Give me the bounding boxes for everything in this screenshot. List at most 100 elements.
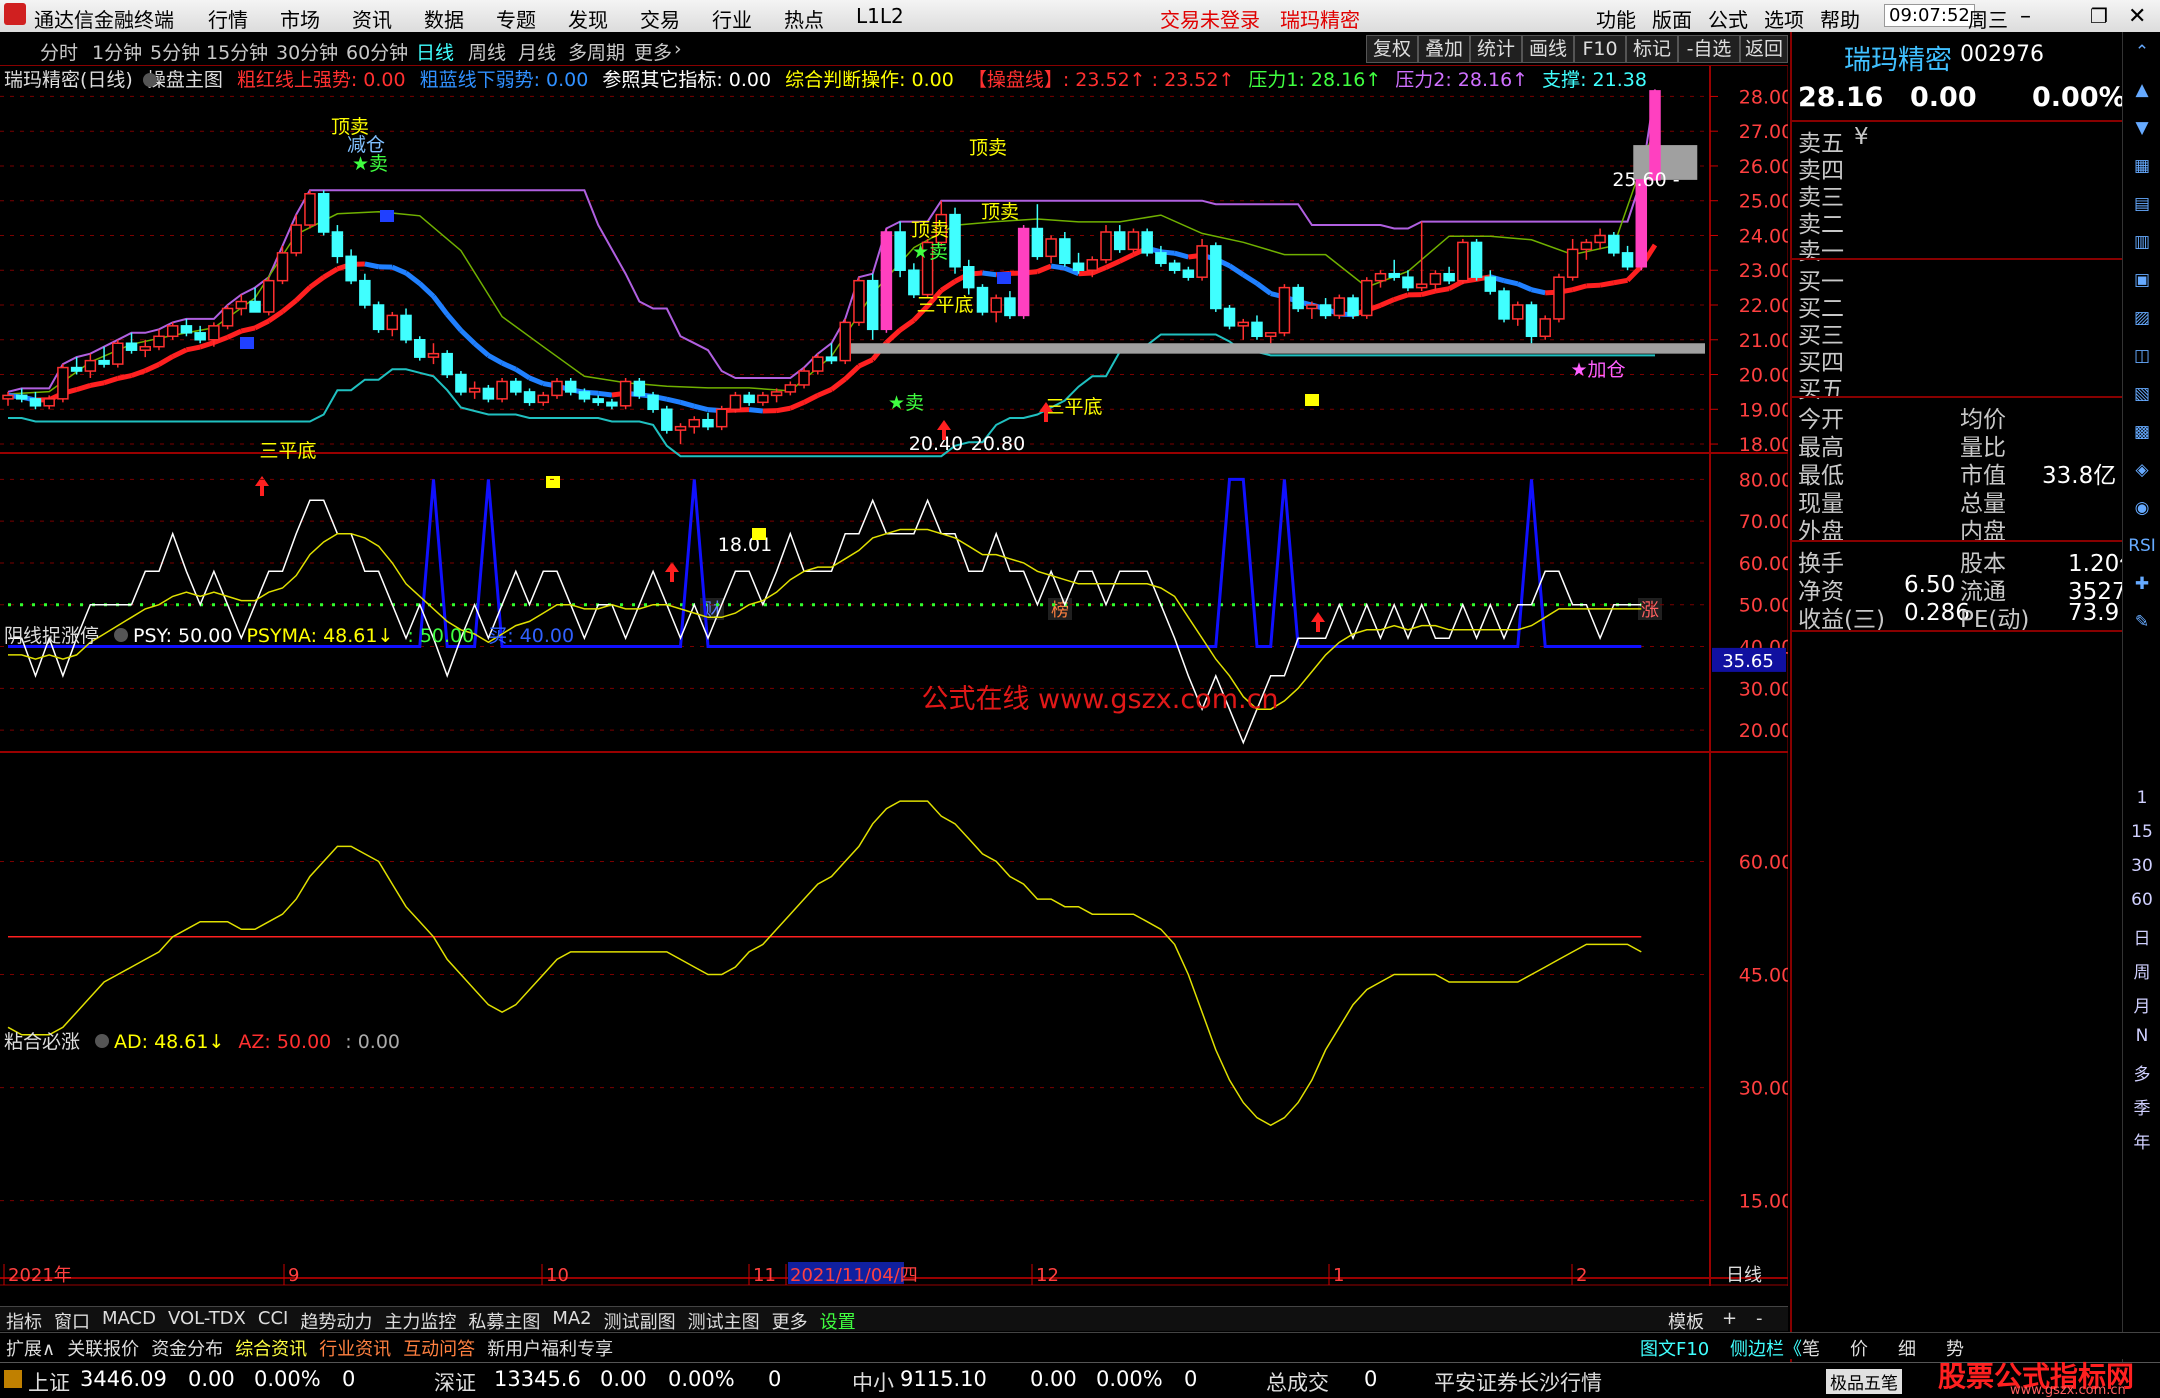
indicator-tab[interactable]: 设置: [820, 1308, 856, 1334]
period-multi[interactable]: 多周期: [568, 38, 625, 65]
info-tab[interactable]: 资金分布: [151, 1335, 223, 1361]
sidebar-period-多[interactable]: 多: [2123, 1060, 2160, 1085]
indicator-tab[interactable]: MA2: [552, 1308, 591, 1329]
sidebar-tool-icon[interactable]: ▩: [2123, 422, 2160, 442]
chart-svg[interactable]: 28.0027.0026.0025.0024.0023.0022.0021.00…: [0, 66, 1788, 1286]
biaoji-button[interactable]: 标记: [1626, 35, 1678, 63]
menu-gongshi[interactable]: 公式: [1708, 4, 1748, 33]
menu-faxian[interactable]: 发现: [568, 4, 608, 33]
indicator-tab[interactable]: 私募主图: [468, 1308, 540, 1334]
sidebar-tool-icon[interactable]: RSI: [2123, 536, 2160, 556]
menu-bangzhu[interactable]: 帮助: [1820, 4, 1860, 33]
menu-shuju[interactable]: 数据: [424, 4, 464, 33]
sidebar-tool-icon[interactable]: ▲: [2123, 80, 2160, 100]
minimize-icon[interactable]: –: [2020, 4, 2031, 29]
menu-xuanxiang[interactable]: 选项: [1764, 4, 1804, 33]
sidebar-tool-icon[interactable]: ◫: [2123, 346, 2160, 366]
sidebar-tool-icon[interactable]: ◈: [2123, 460, 2160, 480]
sidebar-tool-icon[interactable]: ▦: [2123, 156, 2160, 176]
indicator-tab[interactable]: CCI: [258, 1308, 288, 1329]
sidebar-tool-icon[interactable]: ▧: [2123, 384, 2160, 404]
restore-icon[interactable]: ❐: [2090, 4, 2108, 28]
period-60min[interactable]: 60分钟: [346, 38, 408, 65]
period-month[interactable]: 月线: [518, 38, 556, 65]
fanhui-button[interactable]: 返回: [1740, 35, 1788, 63]
chevron-right-icon[interactable]: ›: [674, 38, 682, 60]
sidebar-period-1[interactable]: 1: [2123, 788, 2160, 808]
sidebar-tool-icon[interactable]: ▼: [2123, 118, 2160, 138]
period-more[interactable]: 更多: [634, 38, 672, 65]
menu-zhuanti[interactable]: 专题: [496, 4, 536, 33]
sidebar-tool-icon[interactable]: ▥: [2123, 232, 2160, 252]
menu-shichang[interactable]: 市场: [280, 4, 320, 33]
status-item[interactable]: 极品五笔: [1826, 1369, 1902, 1394]
info-tab-right[interactable]: 价: [1850, 1335, 1868, 1361]
info-tab-right[interactable]: 细: [1898, 1335, 1916, 1361]
indicator-tab[interactable]: VOL-TDX: [168, 1308, 246, 1329]
sidebar-tool-icon[interactable]: ◉: [2123, 498, 2160, 518]
sidebar-tool-icon[interactable]: ⌃: [2123, 42, 2160, 62]
sidebar-period-季[interactable]: 季: [2123, 1094, 2160, 1119]
info-tab[interactable]: 综合资讯: [235, 1335, 307, 1361]
period-1min[interactable]: 1分钟: [92, 38, 142, 65]
period-5min[interactable]: 5分钟: [150, 38, 200, 65]
fuquan-button[interactable]: 复权: [1366, 35, 1418, 63]
diejia-button[interactable]: 叠加: [1418, 35, 1470, 63]
ma-segment: [475, 344, 489, 356]
candle-body: [593, 399, 603, 402]
sidebar-period-日[interactable]: 日: [2123, 924, 2160, 949]
info-tab[interactable]: 互动问答: [403, 1335, 475, 1361]
period-week[interactable]: 周线: [468, 38, 506, 65]
sidebar-tool-icon[interactable]: ✎: [2123, 612, 2160, 632]
candle-body: [1609, 235, 1619, 252]
menu-banmian[interactable]: 版面: [1652, 4, 1692, 33]
info-tab-right[interactable]: 笔: [1802, 1335, 1820, 1361]
menu-l1l2[interactable]: L1L2: [856, 4, 904, 28]
period-fenshi[interactable]: 分时: [40, 38, 78, 65]
f10-button[interactable]: F10: [1574, 35, 1626, 63]
period-15min[interactable]: 15分钟: [206, 38, 268, 65]
menu-hangqing[interactable]: 行情: [208, 4, 248, 33]
login-status[interactable]: 交易未登录: [1160, 4, 1260, 33]
tab-tool-button[interactable]: 模板: [1668, 1308, 1704, 1334]
indicator-tab[interactable]: 趋势动力: [300, 1308, 372, 1334]
sidebar-period-60[interactable]: 60: [2123, 890, 2160, 910]
info-tab[interactable]: 新用户福利专享: [487, 1335, 613, 1361]
indicator-tab[interactable]: MACD: [102, 1308, 156, 1329]
sidebar-period-30[interactable]: 30: [2123, 856, 2160, 876]
period-day[interactable]: 日线: [416, 38, 454, 65]
menu-jiaoyi[interactable]: 交易: [640, 4, 680, 33]
info-tab-right[interactable]: 图文F10: [1640, 1335, 1709, 1361]
indicator-tab[interactable]: 测试副图: [604, 1308, 676, 1334]
info-tab-right[interactable]: 侧边栏《: [1730, 1335, 1802, 1361]
sidebar-period-周[interactable]: 周: [2123, 958, 2160, 983]
menu-zixun[interactable]: 资讯: [352, 4, 392, 33]
indicator-tab[interactable]: 窗口: [54, 1308, 90, 1334]
sidebar-tool-icon[interactable]: ▤: [2123, 194, 2160, 214]
chart-area[interactable]: 28.0027.0026.0025.0024.0023.0022.0021.00…: [0, 66, 1788, 1286]
sidebar-tool-icon[interactable]: ▣: [2123, 270, 2160, 290]
period-30min[interactable]: 30分钟: [276, 38, 338, 65]
info-tab[interactable]: 关联报价: [67, 1335, 139, 1361]
tab-tool-button[interactable]: -: [1756, 1308, 1763, 1329]
tongji-button[interactable]: 统计: [1470, 35, 1522, 63]
info-tab[interactable]: 行业资讯: [319, 1335, 391, 1361]
huaxian-button[interactable]: 画线: [1522, 35, 1574, 63]
close-icon[interactable]: ✕: [2128, 4, 2146, 29]
sidebar-period-年[interactable]: 年: [2123, 1128, 2160, 1153]
sidebar-tool-icon[interactable]: ▨: [2123, 308, 2160, 328]
menu-gongneng[interactable]: 功能: [1596, 4, 1636, 33]
sidebar-period-15[interactable]: 15: [2123, 822, 2160, 842]
sidebar-period-月[interactable]: 月: [2123, 992, 2160, 1017]
menu-hangye[interactable]: 行业: [712, 4, 752, 33]
indicator-tab[interactable]: 指标: [6, 1308, 42, 1334]
info-tab[interactable]: 扩展∧: [6, 1335, 55, 1361]
sidebar-period-N[interactable]: N: [2123, 1026, 2160, 1046]
indicator-tab[interactable]: 主力监控: [384, 1308, 456, 1334]
menu-redian[interactable]: 热点: [784, 4, 824, 33]
tab-tool-button[interactable]: +: [1722, 1308, 1737, 1329]
zixuan-button[interactable]: -自选: [1678, 35, 1740, 63]
indicator-tab[interactable]: 测试主图: [688, 1308, 760, 1334]
indicator-tab[interactable]: 更多: [772, 1308, 808, 1334]
sidebar-tool-icon[interactable]: ✚: [2123, 574, 2160, 594]
